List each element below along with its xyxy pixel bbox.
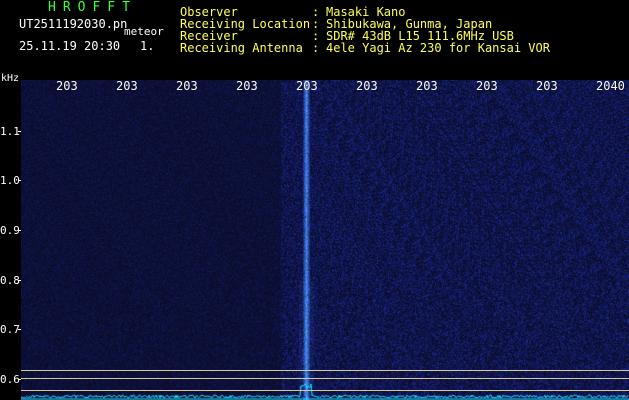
info-key: Receiving Antenna (180, 41, 303, 55)
y-tick-label: 1.1 (0, 125, 20, 138)
y-tick-mark (18, 131, 21, 132)
y-tick-mark (18, 280, 21, 281)
x-tick-label: 203 (536, 79, 558, 93)
y-axis-unit: kHz (1, 73, 20, 84)
info-value: 4ele Yagi Az 230 for Kansai VOR (326, 41, 550, 55)
x-tick-label: 2040 (596, 79, 625, 93)
y-tick-label: 0.7 (0, 323, 20, 336)
frequency-marker-line (21, 370, 629, 371)
spectrogram-screen: HROFFT UT2511192030.pn meteor 25.11.19 2… (0, 0, 629, 400)
observation-datetime: 25.11.19 20:30 (19, 39, 121, 53)
frequency-marker-line (21, 378, 629, 379)
y-tick-label: 0.9 (0, 224, 20, 237)
app-title: HROFFT (48, 0, 137, 15)
event-counter: 1. (140, 39, 155, 53)
frequency-marker-line (21, 390, 629, 391)
x-tick-label: 203 (356, 79, 378, 93)
x-tick-label: 203 (296, 79, 318, 93)
x-tick-label: 203 (56, 79, 78, 93)
y-tick-mark (18, 230, 21, 231)
x-tick-label: 203 (116, 79, 138, 93)
x-tick-label: 203 (416, 79, 438, 93)
y-tick-mark (18, 180, 21, 181)
spectrogram-plot (21, 80, 629, 400)
info-separator: : (312, 41, 320, 55)
y-tick-label: 1.0 (0, 174, 20, 187)
y-tick-label: 0.8 (0, 274, 20, 287)
spectrogram-canvas (21, 80, 629, 400)
image-filename: UT2511192030.pn (19, 17, 128, 31)
y-tick-mark (18, 379, 21, 380)
x-tick-label: 203 (476, 79, 498, 93)
x-tick-label: 203 (176, 79, 198, 93)
x-tick-label: 203 (236, 79, 258, 93)
y-tick-label: 0.6 (0, 373, 20, 386)
y-tick-mark (18, 329, 21, 330)
info-row-antenna: Receiving Antenna:4ele Yagi Az 230 for K… (180, 41, 550, 55)
mode-label: meteor (124, 25, 164, 38)
